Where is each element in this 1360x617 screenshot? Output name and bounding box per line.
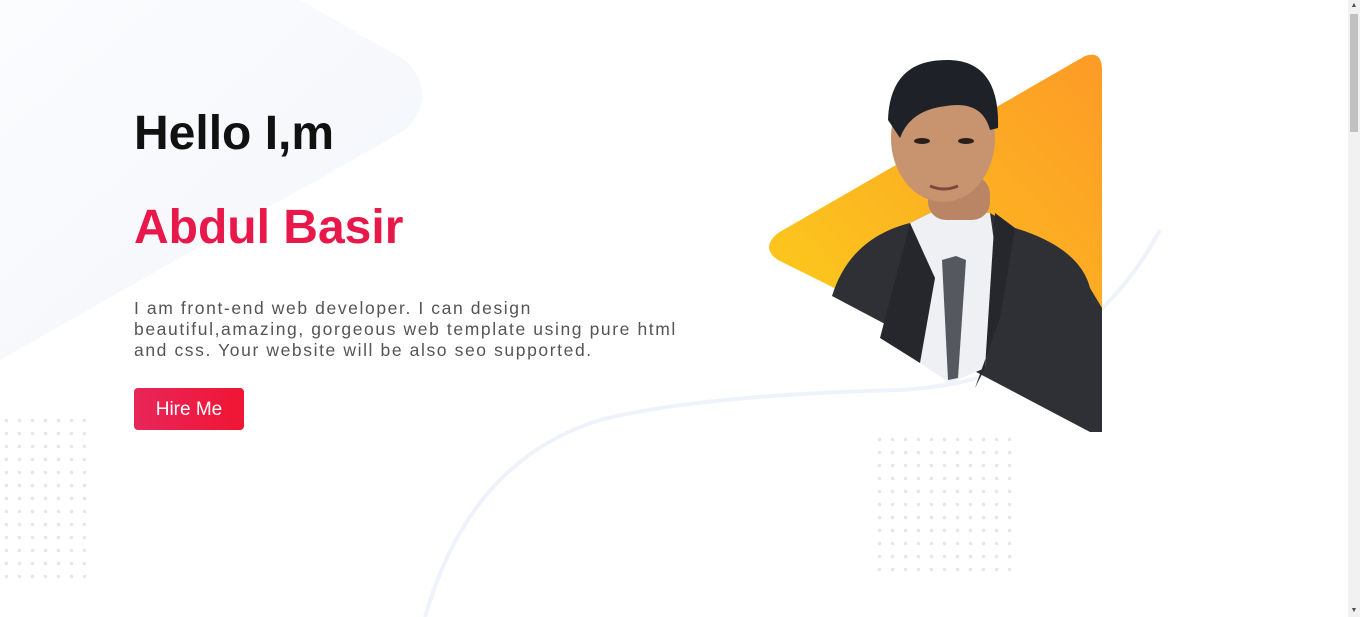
name-heading: Abdul Basir: [134, 201, 404, 254]
scroll-up-arrow-icon[interactable]: ▲: [1348, 0, 1360, 12]
greeting-heading: Hello I,m: [134, 107, 335, 160]
dot-pattern-right: [873, 433, 1015, 573]
profile-photo: [769, 54, 1102, 432]
scroll-down-arrow-icon[interactable]: ▼: [1348, 605, 1360, 617]
scrollbar-thumb[interactable]: [1350, 14, 1358, 132]
hire-me-button[interactable]: Hire Me: [134, 388, 244, 430]
intro-paragraph: I am front-end web developer. I can desi…: [134, 298, 677, 360]
hero-page: Hello I,m Abdul Basir I am front-end web…: [0, 0, 1360, 617]
vertical-scrollbar[interactable]: ▲ ▼: [1348, 0, 1360, 617]
hero-text-block: Hello I,m Abdul Basir I am front-end web…: [134, 108, 694, 430]
dot-pattern-left: [0, 414, 86, 584]
